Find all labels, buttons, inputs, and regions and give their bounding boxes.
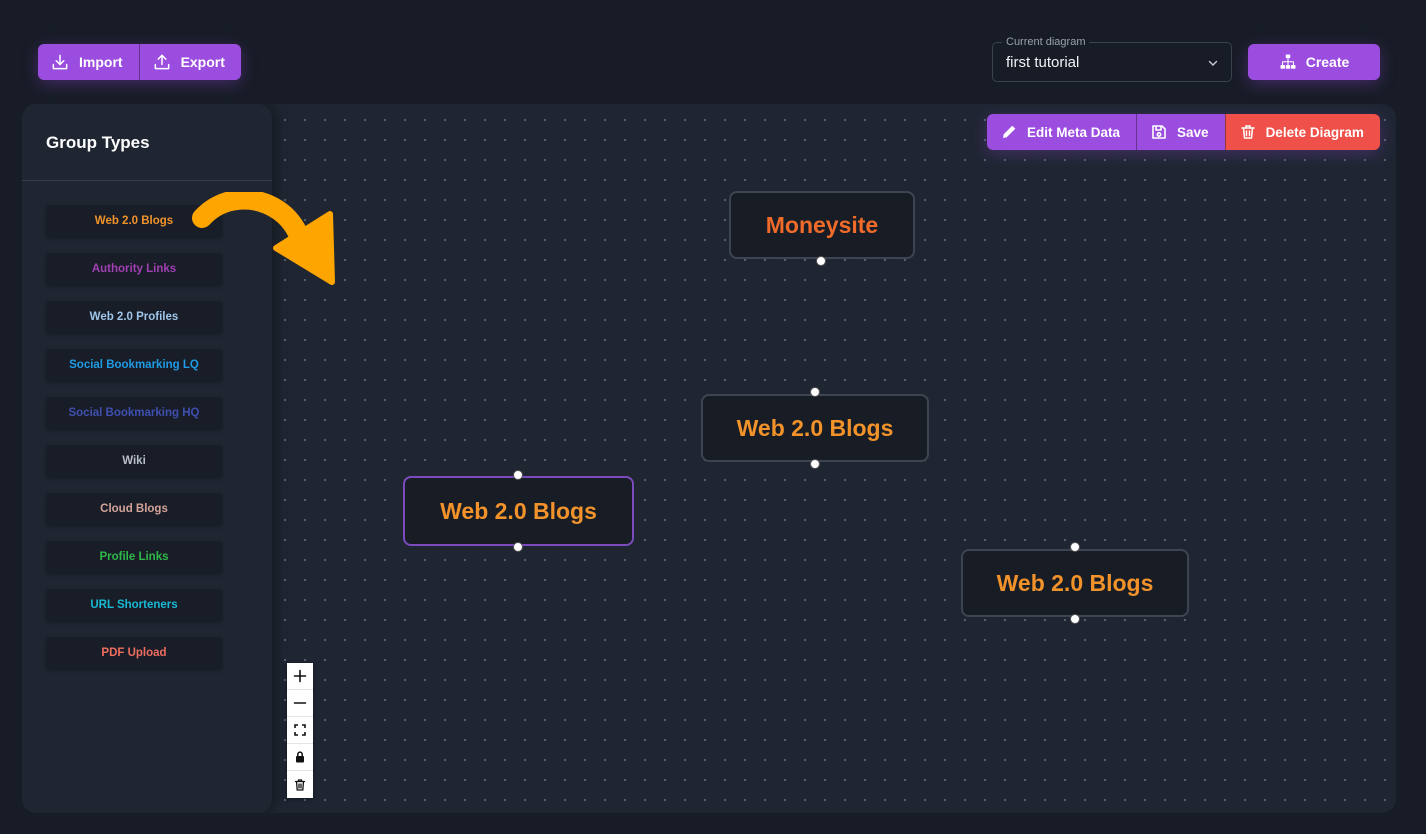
- view-controls: [287, 663, 313, 798]
- node-source-handle[interactable]: [513, 542, 523, 552]
- delete-diagram-label: Delete Diagram: [1265, 124, 1364, 140]
- group-type-wiki[interactable]: Wiki: [46, 445, 222, 477]
- current-diagram-select[interactable]: Current diagram first tutorial: [992, 36, 1232, 82]
- lock-button[interactable]: [287, 744, 313, 771]
- diagram-node-web20-blogs[interactable]: Web 2.0 Blogs: [403, 476, 634, 546]
- create-button[interactable]: Create: [1248, 44, 1380, 80]
- node-source-handle[interactable]: [1070, 614, 1080, 624]
- edit-meta-data-button[interactable]: Edit Meta Data: [987, 114, 1137, 150]
- current-diagram-legend: Current diagram: [1002, 36, 1090, 48]
- save-icon: [1152, 125, 1166, 139]
- import-button[interactable]: Import: [38, 44, 139, 80]
- zoom-out-button[interactable]: [287, 690, 313, 717]
- node-target-handle[interactable]: [810, 387, 820, 397]
- import-export-group: Import Export: [38, 44, 241, 80]
- group-type-cloud-blogs[interactable]: Cloud Blogs: [46, 493, 222, 525]
- group-type-profile-links[interactable]: Profile Links: [46, 541, 222, 573]
- edit-meta-data-label: Edit Meta Data: [1027, 124, 1121, 140]
- export-label: Export: [180, 54, 225, 70]
- pencil-icon: [1003, 125, 1016, 138]
- save-label: Save: [1177, 124, 1209, 140]
- sidebar-title: Group Types: [46, 133, 150, 152]
- group-type-social-bookmarking-lq[interactable]: Social Bookmarking LQ: [46, 349, 222, 381]
- lock-icon: [296, 751, 304, 763]
- diagram-node-web20-blogs[interactable]: Web 2.0 Blogs: [961, 549, 1189, 617]
- zoom-in-icon: [293, 669, 307, 683]
- node-target-handle[interactable]: [513, 470, 523, 480]
- download-icon: [52, 54, 68, 70]
- zoom-in-button[interactable]: [287, 663, 313, 690]
- zoom-out-icon: [293, 702, 307, 704]
- diagram-toolbar: Edit Meta Data Save Delete Diagram: [987, 114, 1380, 150]
- create-label: Create: [1305, 54, 1350, 70]
- clear-button[interactable]: [287, 771, 313, 798]
- diagram-node-web20-blogs[interactable]: Web 2.0 Blogs: [701, 394, 929, 462]
- group-type-social-bookmarking-hq[interactable]: Social Bookmarking HQ: [46, 397, 222, 429]
- node-source-handle[interactable]: [816, 256, 826, 266]
- diagram-node-moneysite[interactable]: Moneysite: [729, 191, 915, 259]
- fit-view-icon: [294, 724, 306, 736]
- chevron-down-icon: [1208, 60, 1218, 66]
- node-source-handle[interactable]: [810, 459, 820, 469]
- save-button[interactable]: Save: [1136, 114, 1225, 150]
- curved-arrow-icon: [192, 192, 335, 285]
- current-diagram-value: first tutorial: [1006, 54, 1080, 71]
- fit-view-button[interactable]: [287, 717, 313, 744]
- group-type-pdf-upload[interactable]: PDF Upload: [46, 637, 222, 669]
- node-target-handle[interactable]: [1070, 542, 1080, 552]
- sitemap-icon: [1280, 54, 1296, 69]
- export-button[interactable]: Export: [138, 44, 241, 80]
- trash-icon: [1240, 125, 1255, 139]
- sidebar-divider: [22, 180, 272, 181]
- group-type-web20-profiles[interactable]: Web 2.0 Profiles: [46, 301, 222, 333]
- upload-icon: [154, 54, 169, 70]
- trash-icon: [294, 778, 306, 791]
- import-label: Import: [79, 54, 123, 70]
- delete-diagram-button[interactable]: Delete Diagram: [1224, 114, 1380, 150]
- group-type-url-shorteners[interactable]: URL Shorteners: [46, 589, 222, 621]
